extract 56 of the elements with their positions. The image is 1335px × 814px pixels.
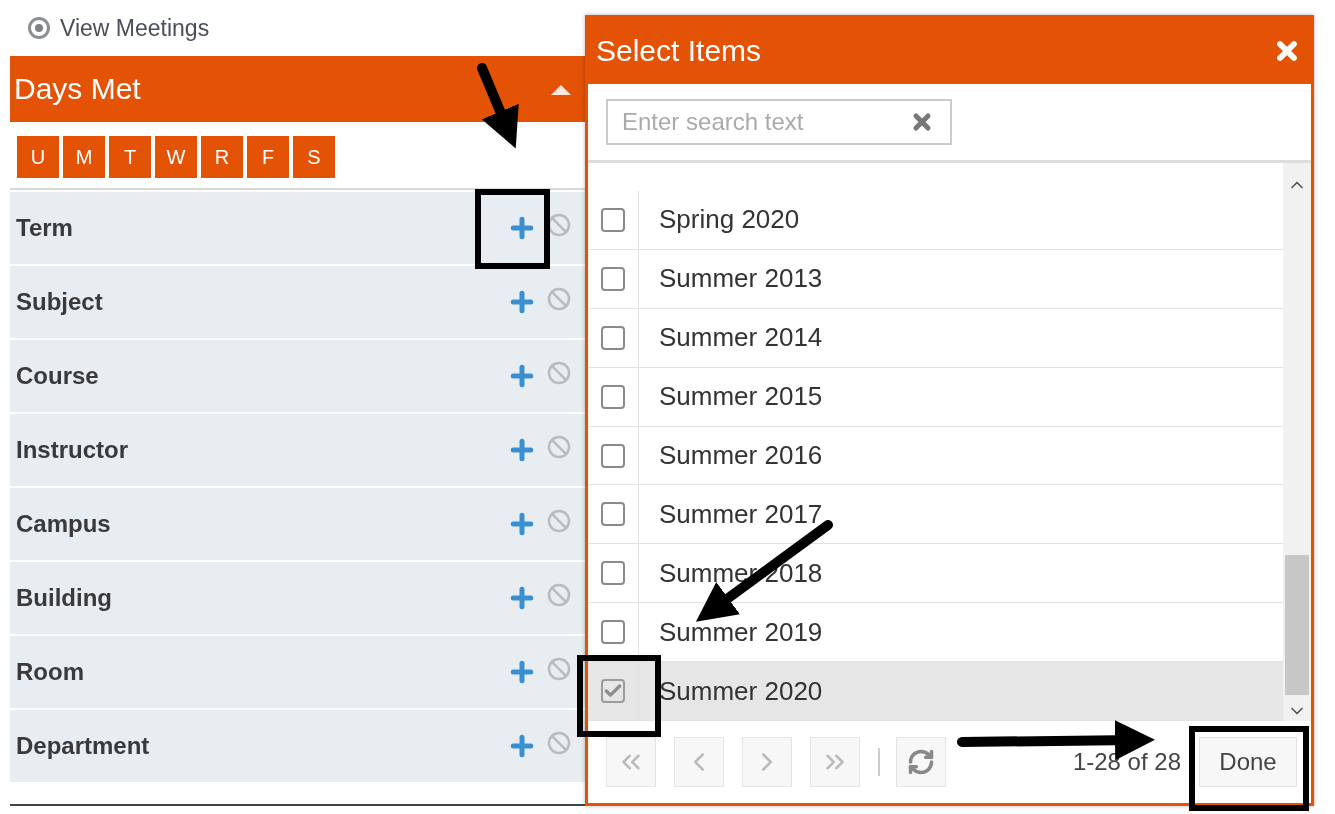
checkbox[interactable] xyxy=(601,561,625,586)
list-item[interactable]: Summer 2017 xyxy=(588,485,1283,545)
item-label: Summer 2020 xyxy=(658,675,823,707)
item-label: Summer 2014 xyxy=(658,322,823,354)
item-label: Spring 2020 xyxy=(658,204,800,236)
caret-up-icon[interactable] xyxy=(551,83,571,95)
radio-button[interactable] xyxy=(28,17,50,39)
filter-label: Instructor xyxy=(16,436,128,464)
filter-label: Course xyxy=(16,362,99,390)
day-button[interactable]: F xyxy=(247,136,289,178)
item-label: Summer 2019 xyxy=(658,616,823,648)
list-item[interactable]: Summer 2016 xyxy=(588,426,1283,486)
filter-label: Subject xyxy=(16,288,103,316)
list-item[interactable]: Summer 2015 xyxy=(588,367,1283,427)
checkbox[interactable] xyxy=(601,207,625,232)
list-item[interactable]: Summer 2014 xyxy=(588,308,1283,368)
days-met-header[interactable]: Days Met xyxy=(10,56,585,122)
filter-label: Room xyxy=(16,658,84,686)
section-title: Days Met xyxy=(14,72,141,106)
refresh-icon xyxy=(907,748,935,776)
scrollbar-thumb[interactable] xyxy=(1285,555,1309,695)
filter-label: Building xyxy=(16,584,112,612)
checkbox[interactable] xyxy=(601,384,625,409)
done-button[interactable]: Done xyxy=(1199,737,1297,787)
ban-icon[interactable] xyxy=(547,213,571,237)
day-button[interactable]: S xyxy=(293,136,335,178)
dialog-title: Select Items xyxy=(596,34,762,68)
checkbox[interactable] xyxy=(601,266,625,291)
checkbox[interactable] xyxy=(601,502,625,527)
view-meetings-label: View Meetings xyxy=(60,14,210,42)
day-button[interactable]: M xyxy=(63,136,105,178)
day-button[interactable]: R xyxy=(201,136,243,178)
filter-label: Campus xyxy=(16,510,111,538)
search-field[interactable]: Enter search text xyxy=(606,99,952,145)
list-item[interactable]: Summer 2019 xyxy=(588,603,1283,663)
day-button[interactable]: T xyxy=(109,136,151,178)
refresh-button[interactable] xyxy=(896,737,946,787)
last-page-button[interactable] xyxy=(810,737,860,787)
checkbox[interactable] xyxy=(601,620,625,645)
list-item[interactable]: Summer 2020 xyxy=(588,662,1283,721)
day-button[interactable]: U xyxy=(17,136,59,178)
list-item[interactable]: Summer 2013 xyxy=(588,249,1283,309)
list-item[interactable]: Spring 2020 xyxy=(588,191,1283,250)
item-label: Summer 2013 xyxy=(658,263,823,295)
item-label: Summer 2017 xyxy=(658,498,823,530)
item-label: Summer 2016 xyxy=(658,440,823,471)
checkbox[interactable] xyxy=(601,325,625,350)
checkbox[interactable] xyxy=(601,679,625,704)
item-label: Summer 2015 xyxy=(658,381,823,413)
scrollbar[interactable] xyxy=(1283,163,1311,721)
filter-label: Term xyxy=(16,214,73,242)
page-range: 1-28 of 28 xyxy=(1072,748,1181,776)
first-page-button[interactable] xyxy=(606,737,656,787)
filter-label: Department xyxy=(16,732,150,760)
checkbox[interactable] xyxy=(601,443,625,468)
day-button[interactable]: W xyxy=(155,136,197,178)
